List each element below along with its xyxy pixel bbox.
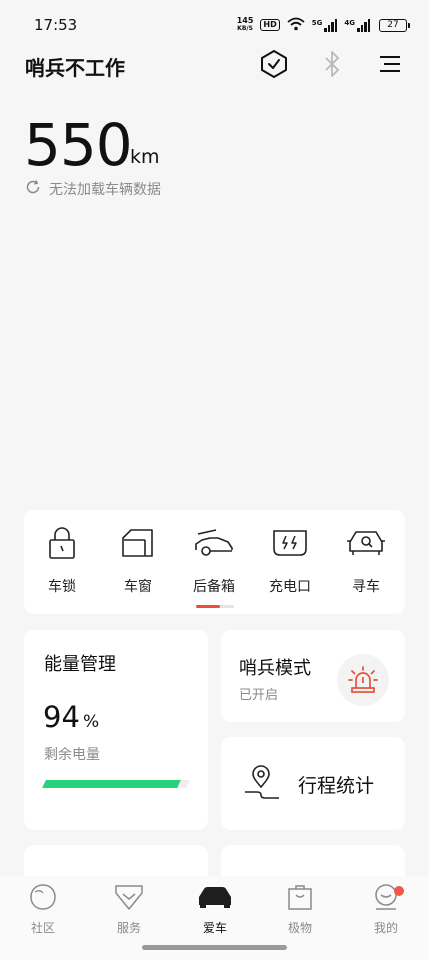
shield-check-icon[interactable] xyxy=(258,48,290,80)
nav-service[interactable]: 服务 xyxy=(94,882,164,936)
sentry-mode-card[interactable]: 哨兵模式 已开启 xyxy=(221,630,405,722)
service-icon xyxy=(114,882,144,912)
battery-percent-unit: % xyxy=(83,712,100,732)
nav-my-car[interactable]: 爱车 xyxy=(180,882,250,936)
signal-4g-icon: 4G xyxy=(344,18,370,32)
shop-bag-icon xyxy=(287,882,313,912)
alarm-light-icon xyxy=(337,654,389,706)
battery-icon: 27 xyxy=(379,18,410,32)
network-speed: 145 KB/S xyxy=(236,16,254,33)
control-find-car[interactable]: 寻车 xyxy=(336,524,396,596)
wifi-icon xyxy=(287,17,305,33)
trip-statistics-card[interactable]: 行程统计 xyxy=(221,737,405,830)
status-bar: 17:53 145 KB/S HD 5G 4G 27 xyxy=(0,0,429,50)
range-unit: km xyxy=(130,146,160,168)
charge-port-icon xyxy=(272,524,308,562)
battery-level-bar xyxy=(42,780,190,788)
route-pin-icon xyxy=(243,765,281,805)
range-value: 550 xyxy=(24,111,133,179)
vehicle-data-status[interactable]: 无法加载车辆数据 xyxy=(25,179,161,199)
window-icon xyxy=(121,524,155,562)
signal-5g-icon: 5G xyxy=(312,18,338,32)
status-indicators: 145 KB/S HD 5G 4G 27 xyxy=(236,16,410,33)
home-indicator xyxy=(142,945,287,950)
page-title: 哨兵不工作 xyxy=(25,56,125,80)
menu-icon[interactable] xyxy=(374,48,406,80)
notification-badge xyxy=(394,886,404,896)
energy-management-card[interactable]: 能量管理 94 % 剩余电量 xyxy=(24,630,208,830)
refresh-icon[interactable] xyxy=(25,179,41,199)
app-header: 哨兵不工作 xyxy=(0,44,429,86)
remaining-charge-label: 剩余电量 xyxy=(44,747,100,763)
trunk-icon xyxy=(194,524,234,562)
sentry-status: 已开启 xyxy=(239,688,279,703)
bluetooth-icon[interactable] xyxy=(316,48,348,80)
control-charge-port[interactable]: 充电口 xyxy=(260,524,320,596)
control-lock[interactable]: 车锁 xyxy=(32,524,92,596)
nav-community[interactable]: 社区 xyxy=(8,882,78,936)
lock-icon xyxy=(48,524,76,562)
find-car-icon xyxy=(346,524,386,562)
battery-percent-value: 94 xyxy=(43,700,80,734)
quick-controls-card: 车锁 车窗 后备箱 充电口 寻车 xyxy=(24,510,405,614)
nav-profile[interactable]: 我的 xyxy=(351,882,421,936)
hd-voice-badge: HD xyxy=(260,19,280,31)
controls-scroll-indicator xyxy=(196,605,234,608)
control-window[interactable]: 车窗 xyxy=(108,524,168,596)
status-time: 17:53 xyxy=(34,16,78,34)
energy-title: 能量管理 xyxy=(44,654,116,675)
trip-statistics-label: 行程统计 xyxy=(298,775,375,797)
car-icon xyxy=(197,882,233,912)
community-icon xyxy=(29,882,57,912)
nav-shop[interactable]: 极物 xyxy=(265,882,335,936)
control-trunk[interactable]: 后备箱 xyxy=(184,524,244,596)
sentry-title: 哨兵模式 xyxy=(239,658,311,679)
load-status-text: 无法加载车辆数据 xyxy=(49,182,161,198)
